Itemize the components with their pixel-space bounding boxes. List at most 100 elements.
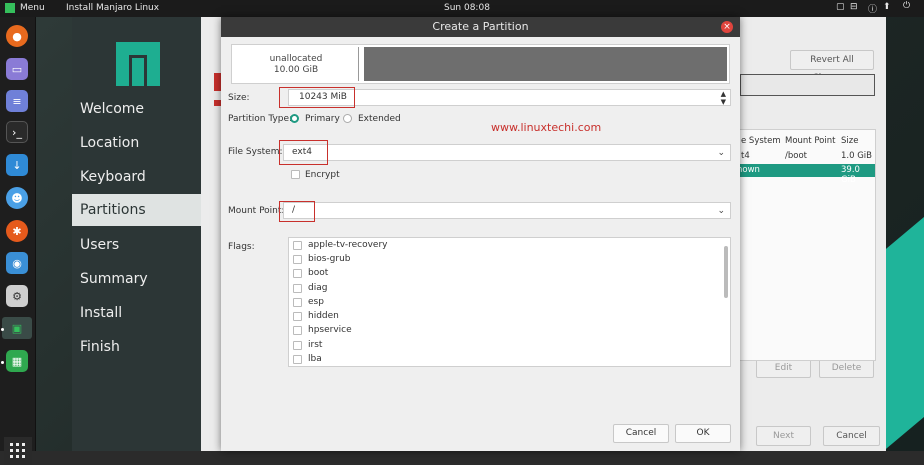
sidebar-item-welcome: Welcome <box>80 101 145 117</box>
highlight-box <box>279 87 355 108</box>
filesystem-label: File System: <box>228 147 283 157</box>
column-header-mount-point: Mount Point <box>785 136 836 146</box>
flag-checkbox[interactable] <box>293 241 302 250</box>
flag-checkbox[interactable] <box>293 326 302 335</box>
partition-bar: unallocated 10.00 GiB <box>231 44 730 84</box>
flag-label: diag <box>308 283 328 293</box>
create-partition-dialog: Create a Partition × unallocated 10.00 G… <box>221 17 740 451</box>
flag-label: lba <box>308 354 322 364</box>
flags-scrollbar[interactable] <box>724 246 728 298</box>
wallpaper-stripe <box>884 217 924 451</box>
sidebar-item-install: Install <box>80 305 123 321</box>
row-size: 1.0 GiB <box>841 151 872 161</box>
flags-label: Flags: <box>228 242 255 252</box>
partition-type-label: Partition Type: <box>228 114 293 124</box>
manjaro-menu-icon[interactable] <box>5 3 15 13</box>
chat-icon[interactable]: ☻ <box>6 187 28 209</box>
flag-label: esp <box>308 297 324 307</box>
settings-icon[interactable]: ⚙ <box>6 285 28 307</box>
revert-all-changes-button[interactable]: Revert All Changes <box>790 50 874 83</box>
flags-list[interactable]: apple-tv-recovery bios-grub boot diag es… <box>288 237 731 367</box>
flag-label: hpservice <box>308 325 352 335</box>
clock[interactable]: Sun 08:08 <box>444 3 490 13</box>
app-grid-icon[interactable] <box>4 437 32 465</box>
chevron-down-icon: ⌄ <box>717 148 725 158</box>
installer-sidebar: Welcome Location Keyboard Partitions Use… <box>72 17 201 451</box>
highlight-box <box>279 201 315 222</box>
unallocated-size: 10.00 GiB <box>273 65 319 75</box>
dock: ● ▭ ≡ ›_ ↓ ☻ ✱ ◉ ⚙ ▣ ▦ <box>0 17 36 465</box>
unallocated-segment: unallocated 10.00 GiB <box>234 47 359 81</box>
manjaro-logo-icon <box>116 42 160 86</box>
sidebar-item-users: Users <box>80 237 120 253</box>
files-icon[interactable]: ▭ <box>6 58 28 80</box>
window-icon[interactable]: ▢ <box>836 2 845 12</box>
top-panel: Menu Install Manjaro Linux Sun 08:08 ▢ ⊟… <box>0 0 924 17</box>
next-button[interactable]: Next <box>756 426 811 446</box>
flag-checkbox[interactable] <box>293 355 302 364</box>
flag-checkbox[interactable] <box>293 284 302 293</box>
extended-radio[interactable] <box>343 114 352 123</box>
unallocated-label: unallocated <box>269 54 323 64</box>
network-icon[interactable]: ⬆ <box>883 2 891 12</box>
terminal-icon[interactable]: ›_ <box>6 121 28 143</box>
dialog-title: Create a Partition <box>221 17 740 37</box>
flag-checkbox[interactable] <box>293 312 302 321</box>
storage-combo[interactable] <box>740 74 875 96</box>
flag-checkbox[interactable] <box>293 298 302 307</box>
mount-point-select[interactable]: / ⌄ <box>283 202 731 219</box>
text-editor-icon[interactable]: ≡ <box>6 90 28 112</box>
flag-label: boot <box>308 268 329 278</box>
running-indicator <box>1 328 4 331</box>
chevron-down-icon: ⌄ <box>717 206 725 216</box>
installer-icon[interactable]: ▣ <box>2 317 32 339</box>
extended-label: Extended <box>358 114 401 124</box>
flag-checkbox[interactable] <box>293 255 302 264</box>
encrypt-label: Encrypt <box>305 170 340 180</box>
spin-down-icon[interactable]: ▼ <box>721 95 726 110</box>
size-label: Size: <box>228 93 250 103</box>
row-size: 39.0 GiB <box>841 165 860 185</box>
tray-window-icon[interactable]: ⊟ <box>850 2 858 12</box>
row-mount-point: /boot <box>785 151 807 161</box>
row-filesystem: t4 <box>741 151 750 161</box>
flag-label: bios-grub <box>308 254 351 264</box>
sidebar-item-keyboard: Keyboard <box>80 169 146 185</box>
ubuntu-icon[interactable]: ✱ <box>6 220 28 242</box>
ok-button[interactable]: OK <box>675 424 731 443</box>
spreadsheet-icon[interactable]: ▦ <box>6 350 28 372</box>
firefox-icon[interactable]: ● <box>6 25 28 47</box>
flag-checkbox[interactable] <box>293 269 302 278</box>
running-indicator <box>1 361 4 364</box>
used-segment <box>364 47 727 81</box>
downloader-icon[interactable]: ↓ <box>6 154 28 176</box>
close-icon[interactable]: × <box>721 21 733 33</box>
power-icon[interactable]: ⏻ <box>903 1 910 11</box>
sidebar-item-summary: Summary <box>80 271 148 287</box>
mount-point-label: Mount Point: <box>228 206 285 216</box>
highlight-box <box>279 140 328 165</box>
menu-button[interactable]: Menu <box>20 3 45 13</box>
cancel-button[interactable]: Cancel <box>613 424 669 443</box>
delete-button[interactable]: Delete <box>819 358 874 378</box>
column-header-size: Size <box>841 136 859 146</box>
primary-label: Primary <box>305 114 340 124</box>
flag-label: irst <box>308 340 323 350</box>
sidebar-item-partitions: Partitions <box>72 194 201 226</box>
watermark: www.linuxtechi.com <box>491 121 602 134</box>
installer-cancel-button[interactable]: Cancel <box>823 426 880 446</box>
flag-label: hidden <box>308 311 339 321</box>
column-header-filesystem: e System <box>741 136 781 146</box>
screenshot-icon[interactable]: ◉ <box>6 252 28 274</box>
edit-button[interactable]: Edit <box>756 358 811 378</box>
flag-checkbox[interactable] <box>293 341 302 350</box>
row-filesystem: nown <box>737 165 760 175</box>
sidebar-item-finish: Finish <box>80 339 120 355</box>
encrypt-checkbox[interactable] <box>291 170 300 179</box>
window-title: Install Manjaro Linux <box>66 3 160 13</box>
filesystem-select[interactable]: ext4 ⌄ <box>283 144 731 161</box>
info-icon[interactable]: ⓘ <box>868 2 877 15</box>
sidebar-item-location: Location <box>80 135 140 151</box>
flag-label: apple-tv-recovery <box>308 240 388 250</box>
primary-radio[interactable] <box>290 114 299 123</box>
